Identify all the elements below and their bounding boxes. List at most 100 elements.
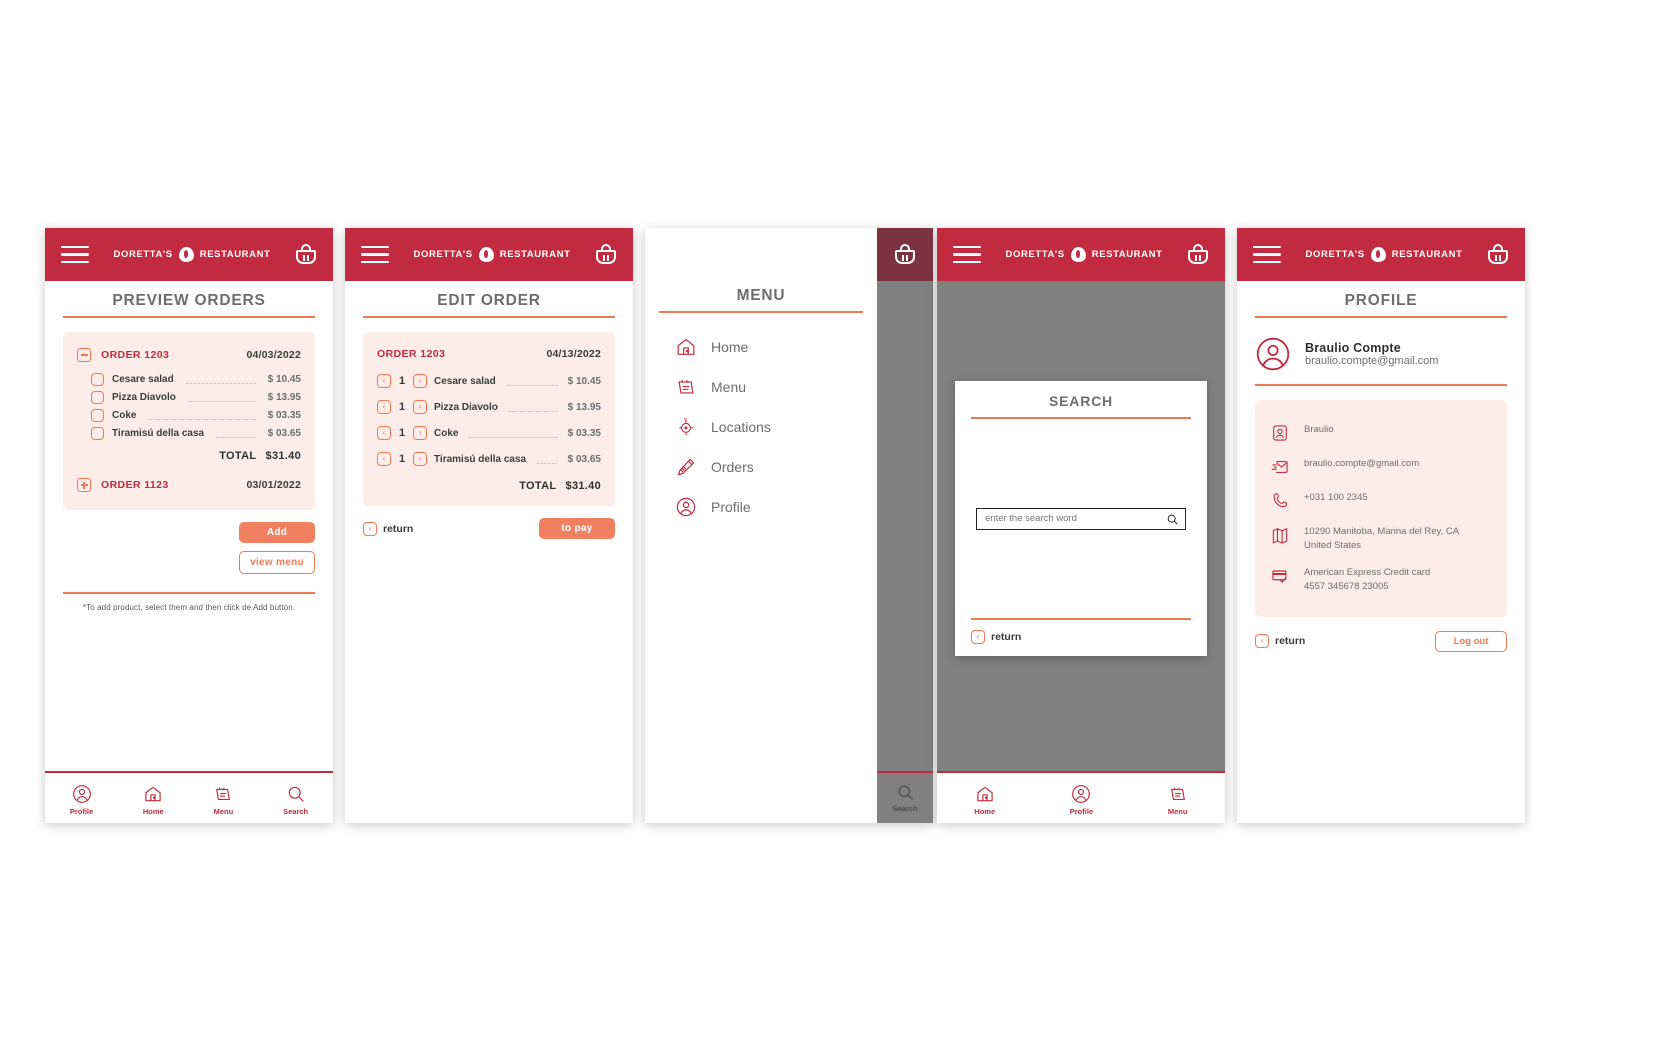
item-checkbox[interactable] [91, 426, 104, 440]
menu-item-locations[interactable]: N Locations [675, 407, 877, 447]
drawer-container: MENU Home Menu N Locations Orders Profil… [645, 228, 933, 823]
modal-footer-divider [971, 618, 1191, 620]
leader-dots [508, 403, 557, 412]
orders-card: ORDER 1203 04/03/2022 Cesare salad $ 10.… [63, 332, 315, 510]
nav-menu[interactable]: Menu [213, 784, 233, 816]
return-button[interactable]: ‹ return [1255, 634, 1305, 649]
total-label: TOTAL [219, 450, 257, 462]
item-checkbox[interactable] [91, 408, 104, 422]
nav-profile[interactable]: Profile [1070, 784, 1093, 816]
item-name: Coke [434, 427, 459, 439]
item-price: $ 03.35 [267, 409, 301, 421]
brand-name-right: RESTAURANT [1391, 249, 1463, 260]
increment-button[interactable]: › [413, 374, 427, 388]
decrement-button[interactable]: ‹ [377, 400, 391, 414]
map-icon [1269, 525, 1291, 545]
menu-item-home[interactable]: Home [675, 327, 877, 367]
return-label: return [991, 631, 1022, 643]
hamburger-menu-icon[interactable] [1253, 245, 1281, 264]
hamburger-menu-icon[interactable] [61, 245, 89, 264]
increment-button[interactable]: › [413, 426, 427, 440]
profile-icon [676, 497, 696, 517]
item-name: Cesare salad [112, 373, 174, 385]
search-icon[interactable] [1166, 513, 1179, 526]
bottom-navigation: Home Profile Menu [937, 771, 1225, 823]
nav-search[interactable]: Search [283, 784, 308, 816]
chevron-left-icon: ‹ [1255, 634, 1269, 649]
order-header[interactable]: ORDER 1123 03/01/2022 [77, 478, 301, 492]
brand-logo: DORETTA'S RESTAURANT [1006, 247, 1163, 262]
cart-basket-icon[interactable] [295, 243, 317, 266]
leader-dots [216, 429, 256, 438]
order-header: ORDER 1203 04/13/2022 [377, 348, 601, 360]
cart-basket-icon[interactable] [894, 243, 916, 266]
menu-item-menu[interactable]: Menu [675, 367, 877, 407]
profile-icon [1072, 785, 1091, 803]
item-price: $ 13.95 [267, 391, 301, 403]
decrement-button[interactable]: ‹ [377, 374, 391, 388]
brand-name-left: DORETTA'S [113, 249, 173, 260]
dim-bottom-nav: Search [877, 771, 933, 823]
leader-dots [506, 377, 557, 386]
order-item-row[interactable]: Cesare salad $ 10.45 [77, 370, 301, 388]
nav-home[interactable]: Home [974, 784, 995, 816]
brand-name-left: DORETTA'S [1005, 249, 1065, 260]
nav-home[interactable]: Home [143, 784, 164, 816]
home-icon [977, 786, 993, 802]
search-input-wrapper[interactable] [976, 507, 1186, 530]
add-button[interactable]: Add [239, 522, 315, 543]
modal-return-row: ‹ return [971, 630, 1207, 644]
detail-text: braulio.compte@gmail.com [1304, 457, 1420, 469]
search-input[interactable] [985, 513, 1161, 525]
brand-name-left: DORETTA'S [413, 249, 473, 260]
item-quantity: 1 [398, 375, 406, 387]
dim-top-bar [877, 228, 933, 281]
drawer-scrim[interactable] [877, 228, 933, 823]
hamburger-menu-icon[interactable] [361, 245, 389, 264]
return-button[interactable]: ‹ return [971, 630, 1207, 644]
order-item-row[interactable]: Pizza Diavolo $ 13.95 [77, 388, 301, 406]
logout-button[interactable]: Log out [1435, 630, 1507, 652]
nav-label: Home [974, 807, 996, 816]
cart-basket-icon[interactable] [1187, 243, 1209, 266]
order-item-row[interactable]: Tiramisú della casa $ 03.65 [77, 424, 301, 442]
view-menu-button[interactable]: view menu [239, 551, 315, 574]
add-button-row: Add [63, 522, 315, 543]
order-id: ORDER 1203 [377, 348, 446, 360]
user-card-icon [1269, 423, 1291, 443]
item-checkbox[interactable] [91, 390, 104, 404]
title-divider [1255, 316, 1507, 318]
increment-button[interactable]: › [413, 400, 427, 414]
flame-icon [478, 247, 494, 262]
nav-profile[interactable]: Profile [70, 784, 93, 816]
item-checkbox[interactable] [91, 372, 104, 386]
item-name: Pizza Diavolo [434, 401, 498, 413]
profile-actions: ‹ return Log out [1255, 630, 1507, 652]
leader-dots [469, 429, 557, 438]
order-item-row[interactable]: Coke $ 03.35 [77, 406, 301, 424]
to-pay-button[interactable]: to pay [539, 518, 615, 539]
item-price: $ 03.35 [567, 427, 601, 439]
decrement-button[interactable]: ‹ [377, 452, 391, 466]
brand-name-right: RESTAURANT [1091, 249, 1163, 260]
svg-text:N: N [684, 416, 687, 421]
expand-toggle-icon[interactable] [77, 478, 91, 492]
cart-basket-icon[interactable] [1487, 243, 1509, 266]
menu-item-profile[interactable]: Profile [675, 487, 877, 527]
nav-menu[interactable]: Menu [1168, 784, 1188, 816]
collapse-toggle-icon[interactable] [77, 348, 91, 362]
menu-item-orders[interactable]: Orders [675, 447, 877, 487]
detail-row-payment: American Express Credit card 4557 345678… [1269, 559, 1493, 601]
nav-label: Menu [213, 807, 234, 816]
order-header[interactable]: ORDER 1203 04/03/2022 [77, 348, 301, 362]
mail-icon [1269, 457, 1291, 477]
hamburger-menu-icon[interactable] [953, 245, 981, 264]
return-button[interactable]: ‹ return [363, 521, 413, 536]
menu-item-label: Menu [711, 379, 747, 395]
nav-label: Search [892, 804, 918, 813]
decrement-button[interactable]: ‹ [377, 426, 391, 440]
increment-button[interactable]: › [413, 452, 427, 466]
leader-dots [185, 375, 256, 384]
view-menu-button-row: view menu [63, 551, 315, 574]
cart-basket-icon[interactable] [595, 243, 617, 266]
